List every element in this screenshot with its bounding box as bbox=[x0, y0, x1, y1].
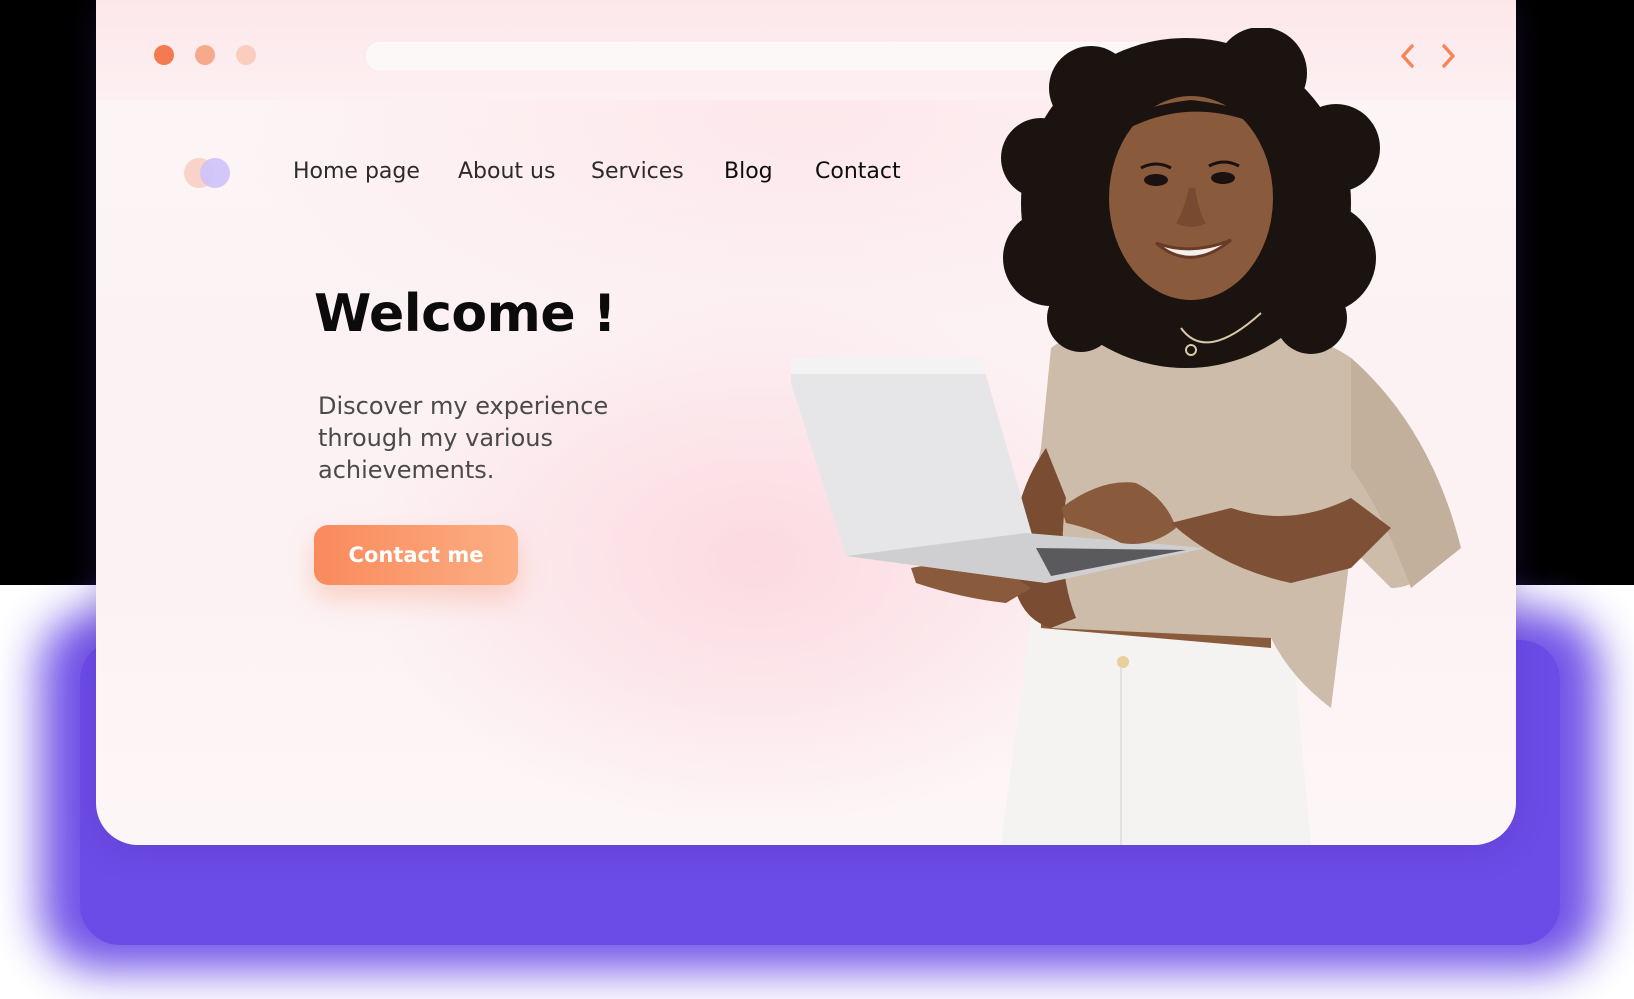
nav-item-services[interactable]: Services bbox=[591, 154, 684, 190]
logo-mark[interactable] bbox=[184, 156, 236, 190]
hero-title: Welcome ! bbox=[314, 284, 616, 344]
white-pants-shape bbox=[1001, 618, 1311, 845]
hero-photo-illustration bbox=[791, 28, 1461, 845]
woman-holding-laptop-photo bbox=[791, 28, 1511, 845]
nav-item-home[interactable]: Home page bbox=[293, 154, 420, 190]
hero-tagline: Discover my experience through my variou… bbox=[318, 392, 609, 484]
nav-item-about[interactable]: About us bbox=[458, 154, 555, 190]
browser-window: Home page About us Services Blog Contact… bbox=[96, 0, 1516, 845]
logo-circle-lavender bbox=[200, 158, 230, 188]
contact-me-button[interactable]: Contact me bbox=[314, 525, 518, 585]
scene: Home page About us Services Blog Contact… bbox=[0, 0, 1634, 999]
nav-item-blog[interactable]: Blog bbox=[724, 154, 773, 190]
window-close-dot[interactable] bbox=[154, 45, 174, 65]
window-maximize-dot[interactable] bbox=[236, 45, 256, 65]
window-minimize-dot[interactable] bbox=[195, 45, 215, 65]
